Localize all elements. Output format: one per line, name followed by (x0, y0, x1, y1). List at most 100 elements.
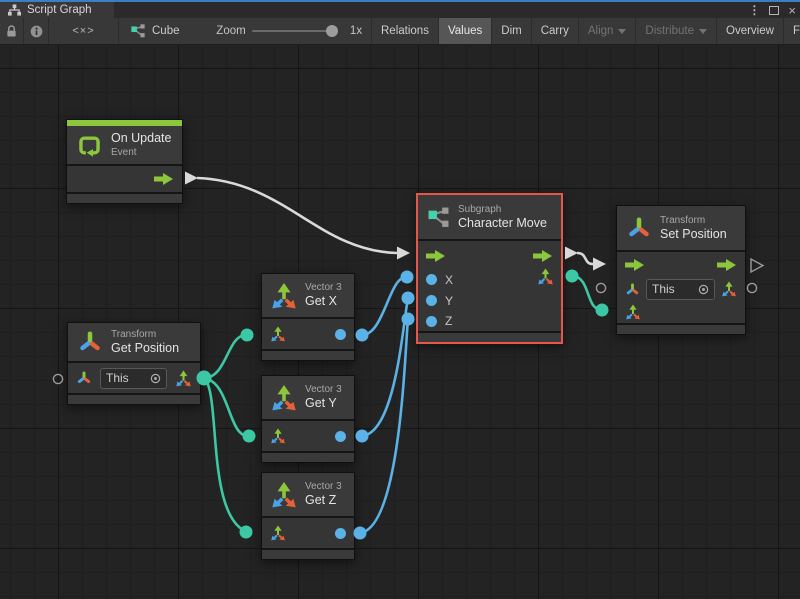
toolbar-button-group: Relations Values Dim Carry Align Distrib… (371, 18, 800, 44)
close-icon[interactable]: × (788, 4, 796, 17)
object-picker-icon[interactable] (150, 373, 161, 384)
port-label: Z (445, 314, 452, 328)
zoom-slider[interactable] (250, 18, 338, 44)
control-input-port[interactable] (426, 250, 446, 262)
float-output-port[interactable] (335, 329, 346, 340)
vector3-icon (271, 283, 297, 309)
node-on-update[interactable]: On Update Event (66, 119, 183, 204)
info-icon (30, 25, 43, 38)
node-footer (67, 194, 182, 203)
node-header: Transform Set Position (617, 206, 745, 250)
node-title: Set Position (660, 227, 727, 243)
node-get-x[interactable]: Vector 3 Get X (261, 273, 355, 361)
float-input-port[interactable] (426, 316, 437, 327)
node-character-move[interactable]: Subgraph Character Move X (416, 193, 563, 344)
vector3-output-port-icon[interactable] (537, 268, 554, 285)
node-get-position[interactable]: Transform Get Position This (67, 322, 201, 405)
vector3-output-port-icon[interactable] (175, 370, 192, 387)
transform-input-port-icon[interactable] (76, 370, 92, 386)
node-body (262, 421, 354, 451)
control-input-port[interactable] (625, 259, 645, 271)
transform-input-port-icon[interactable] (625, 282, 640, 297)
zoom-slider-thumb[interactable] (326, 25, 338, 37)
lock-icon (6, 25, 17, 38)
graph-selector[interactable]: Cube (119, 18, 207, 44)
vector3-input-port-icon[interactable] (270, 428, 286, 444)
input-row-y[interactable]: Y (418, 290, 561, 311)
node-header: Vector 3 Get Y (262, 376, 354, 419)
node-footer (262, 351, 354, 360)
vector3-icon (271, 482, 297, 508)
vector3-input-port-icon[interactable] (270, 326, 286, 342)
graph-hierarchy-icon (8, 4, 21, 16)
align-dropdown[interactable]: Align (579, 18, 637, 44)
lock-button[interactable] (0, 18, 24, 44)
node-footer (262, 550, 354, 559)
zoom-slider-track[interactable] (252, 30, 336, 32)
node-header: Vector 3 Get Z (262, 473, 354, 516)
chevron-down-icon (699, 29, 707, 34)
subgraph-icon (428, 207, 449, 228)
vector3-input-port-icon[interactable] (625, 304, 641, 320)
port-label: X (445, 273, 453, 287)
node-body (262, 319, 354, 349)
node-title: Get Z (305, 493, 342, 509)
zoom-value: 1x (342, 18, 370, 44)
this-field[interactable]: This (100, 368, 167, 389)
this-field[interactable]: This (646, 279, 715, 300)
node-header: On Update Event (67, 120, 182, 164)
transform-icon (627, 216, 651, 240)
node-body: X Y Z (418, 241, 561, 331)
carry-button[interactable]: Carry (532, 18, 579, 44)
input-row-z[interactable]: Z (418, 311, 561, 331)
overview-button[interactable]: Overview (717, 18, 784, 44)
node-footer (418, 333, 561, 342)
node-subtitle: Transform (111, 328, 179, 341)
graph-toolbar: <×> Cube Zoom 1x Relations Values Dim Ca… (0, 18, 800, 45)
node-subtitle: Event (111, 146, 171, 159)
node-title: On Update (111, 131, 171, 147)
float-output-port[interactable] (335, 528, 346, 539)
node-title: Get Y (305, 396, 342, 412)
float-output-port[interactable] (335, 431, 346, 442)
float-input-port[interactable] (426, 274, 437, 285)
node-get-z[interactable]: Vector 3 Get Z (261, 472, 355, 560)
edit-source-button[interactable]: <×> (49, 18, 119, 44)
node-set-position[interactable]: Transform Set Position This (616, 205, 746, 335)
this-field-value: This (652, 282, 698, 296)
relations-button[interactable]: Relations (372, 18, 439, 44)
transform-icon (78, 330, 102, 354)
vector3-output-port-icon[interactable] (721, 281, 737, 297)
info-button[interactable] (24, 18, 49, 44)
window-menu-icon[interactable]: ⋮ (748, 4, 760, 16)
control-output-port[interactable] (717, 259, 737, 271)
node-body (262, 518, 354, 548)
full-screen-button[interactable]: Full Screen (784, 18, 800, 44)
float-input-port[interactable] (426, 295, 437, 306)
tab-script-graph[interactable]: Script Graph (0, 2, 114, 18)
maximize-icon[interactable] (769, 6, 779, 15)
title-bar: Script Graph ⋮ × (0, 2, 800, 18)
object-picker-icon[interactable] (698, 284, 709, 295)
this-field-value: This (106, 371, 150, 385)
node-header: Transform Get Position (68, 323, 200, 361)
node-subtitle: Vector 3 (305, 480, 342, 493)
tab-label: Script Graph (27, 4, 92, 16)
node-body (67, 166, 182, 192)
values-button[interactable]: Values (439, 18, 492, 44)
chevron-down-icon (618, 29, 626, 34)
node-footer (617, 325, 745, 334)
dim-button[interactable]: Dim (492, 18, 531, 44)
control-output-port[interactable] (533, 250, 553, 262)
distribute-dropdown[interactable]: Distribute (636, 18, 717, 44)
vector3-icon (271, 385, 297, 411)
node-title: Character Move (458, 216, 547, 232)
node-subtitle: Vector 3 (305, 383, 342, 396)
vector3-input-port-icon[interactable] (270, 525, 286, 541)
node-header: Subgraph Character Move (418, 195, 561, 239)
node-get-y[interactable]: Vector 3 Get Y (261, 375, 355, 463)
script-graph-window: Script Graph ⋮ × <×> (0, 0, 800, 599)
zoom-label: Zoom (213, 18, 249, 44)
control-output-port[interactable] (154, 173, 174, 185)
node-subtitle: Vector 3 (305, 281, 342, 294)
